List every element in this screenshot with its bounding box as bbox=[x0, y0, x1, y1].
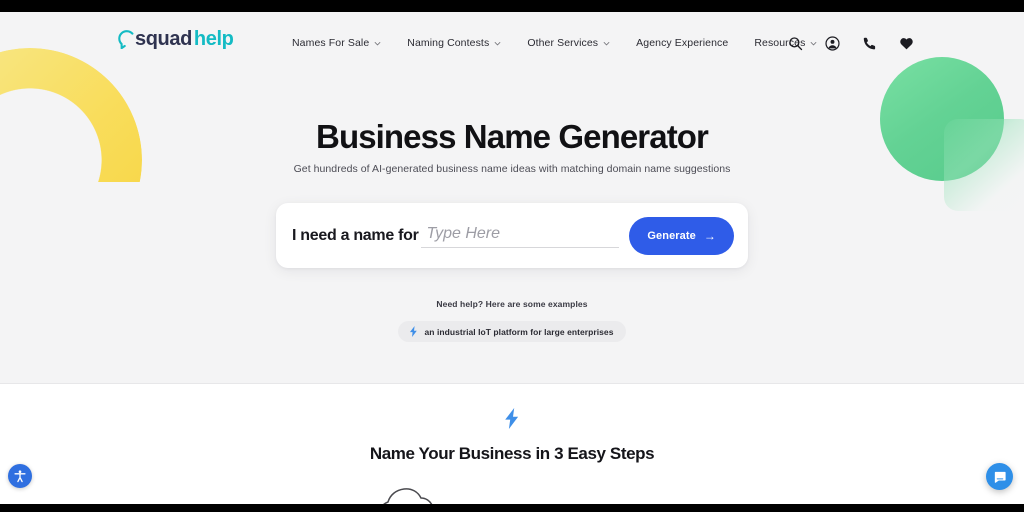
phone-icon[interactable] bbox=[862, 36, 877, 51]
chevron-down-icon bbox=[603, 41, 610, 45]
nav-item-naming-contests[interactable]: Naming Contests bbox=[407, 37, 501, 49]
chevron-down-icon bbox=[374, 41, 381, 45]
example-chip-label: an industrial IoT platform for large ent… bbox=[424, 326, 614, 337]
search-prefix-label: I need a name for bbox=[292, 226, 419, 244]
cloud-doodle-decoration bbox=[383, 488, 433, 504]
accessibility-button[interactable] bbox=[8, 464, 32, 488]
nav-item-names-for-sale[interactable]: Names For Sale bbox=[292, 37, 381, 49]
logo-text-help: help bbox=[193, 28, 234, 50]
generate-button[interactable]: Generate → bbox=[629, 216, 734, 255]
business-description-input[interactable] bbox=[420, 225, 620, 248]
generate-button-label: Generate bbox=[647, 229, 696, 242]
page-subtitle: Get hundreds of AI-generated business na… bbox=[293, 163, 731, 175]
page-title: Business Name Generator bbox=[316, 118, 709, 155]
site-logo[interactable]: squad help bbox=[118, 28, 234, 50]
chat-widget-button[interactable] bbox=[986, 463, 1013, 490]
chevron-down-icon bbox=[494, 41, 501, 45]
steps-bolt-wrap bbox=[0, 408, 1024, 429]
nav-item-label: Agency Experience bbox=[636, 37, 729, 49]
nav-item-other-services[interactable]: Other Services bbox=[527, 37, 610, 49]
steps-section: Name Your Business in 3 Easy Steps bbox=[0, 384, 1024, 504]
steps-title: Name Your Business in 3 Easy Steps bbox=[369, 444, 655, 463]
search-icon[interactable] bbox=[788, 36, 803, 51]
nav-item-label: Names For Sale bbox=[292, 37, 370, 49]
account-icon[interactable] bbox=[825, 36, 840, 51]
logo-text-squad: squad bbox=[135, 28, 192, 50]
nav-item-agency-experience[interactable]: Agency Experience bbox=[636, 37, 728, 49]
nav-item-label: Naming Contests bbox=[407, 37, 490, 49]
chat-bubble-icon bbox=[994, 471, 1006, 483]
nav-menu: Names For Sale Naming Contests Other Ser… bbox=[292, 37, 817, 49]
main-navigation: squad help Names For Sale Naming Contests… bbox=[0, 12, 1024, 64]
heart-icon[interactable] bbox=[899, 36, 914, 51]
example-chip-list: an industrial IoT platform for large ent… bbox=[0, 321, 1024, 342]
bolt-icon bbox=[505, 408, 519, 429]
speech-bubble-icon bbox=[118, 29, 135, 49]
example-chip[interactable]: an industrial IoT platform for large ent… bbox=[397, 321, 627, 342]
nav-icon-group bbox=[788, 36, 914, 51]
examples-help-text: Need help? Here are some examples bbox=[436, 299, 588, 309]
page-root: squad help Names For Sale Naming Contests… bbox=[0, 12, 1024, 504]
letterbox-bottom bbox=[0, 504, 1024, 512]
hero-section: squad help Names For Sale Naming Contests… bbox=[0, 12, 1024, 383]
bolt-icon bbox=[409, 326, 417, 337]
accessibility-icon bbox=[14, 470, 26, 483]
name-generator-card: I need a name for Generate → bbox=[276, 203, 748, 268]
letterbox-top bbox=[0, 0, 1024, 12]
search-field-wrap: I need a name for bbox=[292, 215, 620, 257]
yellow-arc-decoration bbox=[0, 48, 142, 182]
arrow-right-icon: → bbox=[703, 228, 716, 243]
nav-item-label: Other Services bbox=[527, 37, 599, 49]
